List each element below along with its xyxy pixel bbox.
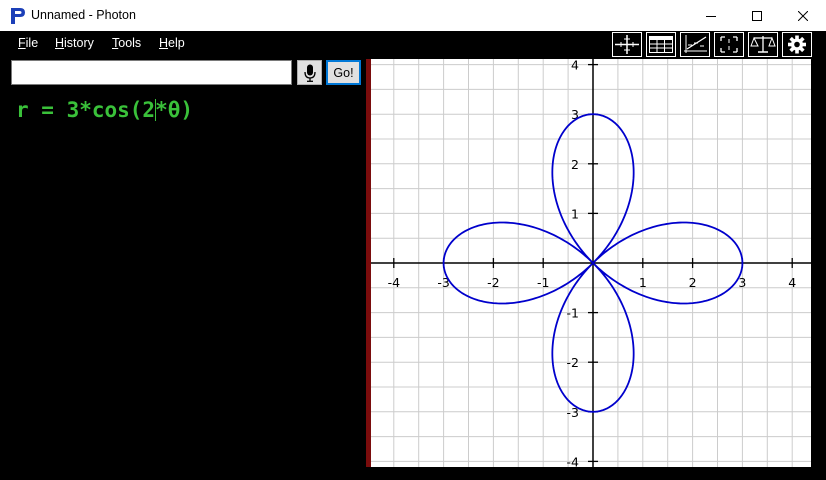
- menu-file-label: ile: [25, 36, 39, 50]
- graph-area[interactable]: -4 -3 -2 -1 1 2 3 4 -4 -3 -2 -1 1 2 3 4: [371, 59, 811, 467]
- equation-text-before-caret: r = 3*cos(2: [16, 98, 156, 122]
- x-tick-label: 4: [788, 275, 796, 290]
- menu-help-label: elp: [168, 36, 185, 50]
- table-tool-button[interactable]: [646, 32, 676, 57]
- photon-app-icon: [11, 8, 25, 24]
- y-tick-label: -2: [567, 355, 579, 370]
- minimize-button[interactable]: [688, 0, 734, 31]
- expression-input[interactable]: [11, 60, 292, 85]
- menu-file-accel: F: [18, 36, 26, 50]
- menu-history-label: istory: [64, 36, 94, 50]
- menu-tools[interactable]: Tools: [112, 36, 141, 50]
- menu-help[interactable]: Help: [159, 36, 185, 50]
- minimize-icon: [706, 15, 716, 17]
- scale-tool-button[interactable]: [748, 32, 778, 57]
- zoom-fit-tool-button[interactable]: [714, 32, 744, 57]
- voice-input-button[interactable]: [297, 60, 322, 85]
- y-tick-label: -4: [567, 454, 580, 467]
- table-icon: [649, 36, 673, 53]
- maximize-button[interactable]: [734, 0, 780, 31]
- menu-history-accel: H: [55, 36, 65, 50]
- x-tick-label: 2: [689, 275, 697, 290]
- settings-tool-button[interactable]: [782, 32, 812, 57]
- menu-file[interactable]: File: [18, 36, 38, 50]
- y-tick-label: 2: [571, 157, 579, 172]
- menu-history[interactable]: History: [55, 36, 94, 50]
- axes: [371, 59, 811, 467]
- microphone-icon: [303, 64, 316, 82]
- x-tick-label: -2: [487, 275, 499, 290]
- maximize-icon: [752, 10, 762, 21]
- x-tick-label: -1: [537, 275, 549, 290]
- equation-text-after-caret: *θ): [155, 98, 194, 122]
- polar-plot[interactable]: -4 -3 -2 -1 1 2 3 4-4-3-2-11234: [371, 59, 811, 467]
- equation-editor[interactable]: r = 3*cos(2*θ): [16, 98, 193, 122]
- y-tick-label: 4: [571, 59, 579, 73]
- y-tick-label: -1: [567, 306, 579, 321]
- axes-icon: [615, 35, 639, 54]
- x-tick-label: 1: [639, 275, 647, 290]
- x-tick-label: -4: [388, 275, 401, 290]
- menu-bar: File History Tools Help: [0, 31, 826, 57]
- go-button[interactable]: Go!: [326, 60, 361, 85]
- window-title: Unnamed - Photon: [31, 8, 136, 22]
- menu-help-accel: H: [159, 36, 169, 50]
- close-icon: [798, 10, 808, 21]
- menu-tools-label: ools: [118, 36, 142, 50]
- graph-settings-icon: [684, 35, 707, 53]
- gear-icon: [788, 35, 806, 54]
- zoom-fit-icon: [720, 36, 738, 53]
- axes-tool-button[interactable]: [612, 32, 642, 57]
- graph-settings-tool-button[interactable]: [680, 32, 710, 57]
- scale-icon: [750, 36, 776, 53]
- y-tick-label: 1: [571, 206, 579, 221]
- close-button[interactable]: [780, 0, 826, 31]
- title-bar: Unnamed - Photon: [0, 0, 826, 31]
